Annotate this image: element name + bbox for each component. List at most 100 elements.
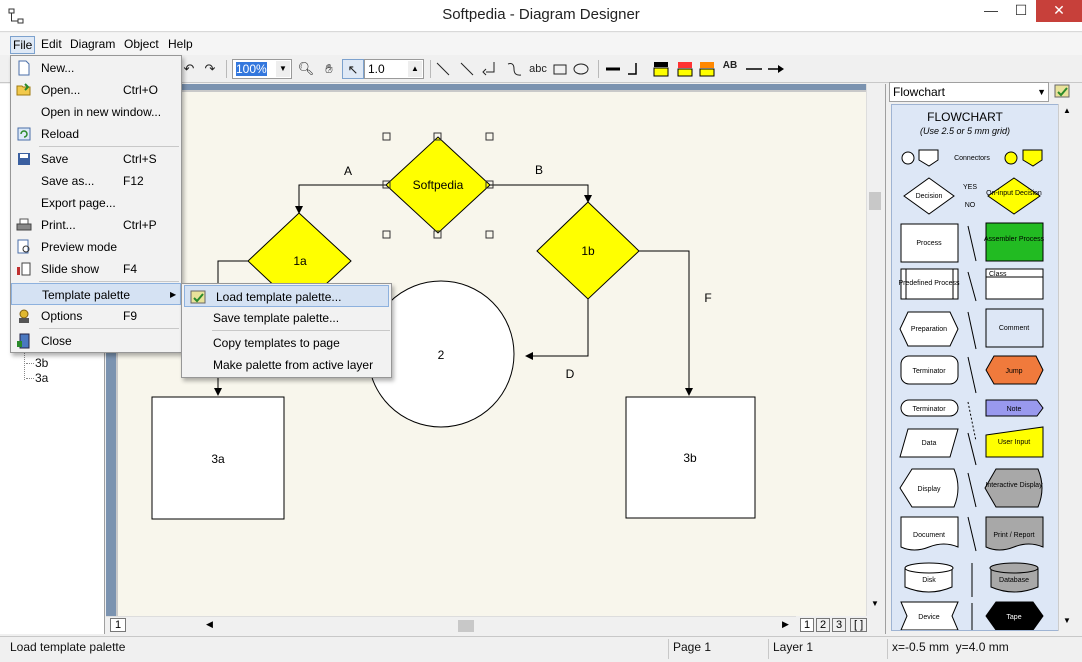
menu-help[interactable]: Help <box>166 36 195 54</box>
scroll-thumb[interactable] <box>869 192 881 210</box>
hand-pan-icon[interactable]: ✋︎ <box>320 59 338 79</box>
font-style-icon[interactable]: AB <box>720 59 740 79</box>
menu-item-label: Close <box>41 334 72 348</box>
select-pointer-icon[interactable]: ↖ <box>342 59 364 79</box>
status-separator <box>887 639 888 659</box>
spinner-arrows-icon: ▲ <box>408 61 422 77</box>
palette-arrow-line[interactable] <box>967 472 977 508</box>
menu-item-print[interactable]: Print... Ctrl+P <box>11 214 181 236</box>
palette-line[interactable] <box>967 225 977 262</box>
palette-scrollbar[interactable]: ▲ ▼ <box>1058 104 1074 631</box>
shape-label-3a: 3a <box>211 452 225 466</box>
fill-color-icon[interactable] <box>652 60 670 78</box>
menu-item-shortcut: Ctrl+S <box>123 152 157 166</box>
menu-item-slide-show[interactable]: Slide show F4 <box>11 258 181 280</box>
pattern-fill-icon[interactable] <box>676 60 694 78</box>
chevron-right-icon[interactable]: ▶ <box>782 619 789 630</box>
palette-connector-circle-yellow[interactable] <box>1004 151 1018 165</box>
menu-item-options[interactable]: Options F9 <box>11 305 181 327</box>
load-palette-icon[interactable] <box>1052 82 1074 102</box>
curve-tool-icon[interactable] <box>506 60 524 78</box>
menu-item-preview-mode[interactable]: Preview mode <box>11 236 181 258</box>
connector-a[interactable] <box>295 184 386 214</box>
palette-arrow-line[interactable] <box>967 311 977 350</box>
chevron-down-icon: ▼ <box>1037 87 1046 97</box>
status-bar: Load template palette Page 1 Layer 1 x=-… <box>0 636 1082 662</box>
palette-dashed-line[interactable] <box>967 401 977 442</box>
zoom-magnifier-icon[interactable]: 🔍︎ <box>296 59 316 79</box>
page-tab-1[interactable]: 1 <box>800 618 815 632</box>
arrow-end-icon[interactable] <box>766 60 786 78</box>
minimize-button[interactable]: — <box>976 0 1006 22</box>
elbow-connector-icon[interactable] <box>482 60 500 78</box>
maximize-button[interactable]: ☐ <box>1006 0 1036 22</box>
horizontal-scrollbar[interactable]: ◀ ▶ <box>106 616 796 634</box>
tree-item-3b[interactable]: 3b <box>35 356 48 370</box>
page-tab-new[interactable]: [ ] <box>850 618 868 632</box>
connector-f[interactable] <box>638 250 693 396</box>
palette-select[interactable]: Flowchart ▼ <box>889 82 1049 102</box>
palette-arrow-line[interactable] <box>967 271 977 302</box>
vertical-scrollbar[interactable]: ▼ <box>866 84 884 616</box>
connector-d[interactable] <box>525 299 589 360</box>
line-style-icon[interactable] <box>604 60 622 78</box>
toolbar-separator <box>598 60 599 78</box>
menu-item-export-page[interactable]: Export page... <box>11 192 181 214</box>
menu-edit[interactable]: Edit <box>39 36 64 54</box>
submenu-item-make-palette[interactable]: Make palette from active layer <box>182 354 391 376</box>
palette-offpage-connector[interactable] <box>918 149 939 167</box>
menu-separator <box>39 146 179 147</box>
menu-item-save[interactable]: Save Ctrl+S <box>11 148 181 170</box>
menu-item-open[interactable]: Open... Ctrl+O <box>11 79 181 101</box>
submenu-item-load-template-palette[interactable]: Load template palette... <box>184 285 389 307</box>
text-tool-icon[interactable]: abc <box>528 59 548 79</box>
palette-disk-top <box>904 562 954 574</box>
menu-object[interactable]: Object <box>122 36 161 54</box>
menu-item-reload[interactable]: Reload <box>11 123 181 145</box>
palette-offpage-connector-yellow[interactable] <box>1022 149 1043 167</box>
line-width-spinner[interactable]: 1.0 ▲ <box>364 59 424 79</box>
chevron-down-icon[interactable]: ▼ <box>1063 616 1071 625</box>
rectangle-tool-icon[interactable] <box>552 61 568 77</box>
layer-tab-1[interactable]: 1 <box>110 618 127 632</box>
scroll-thumb[interactable] <box>458 620 474 632</box>
menu-item-label: Reload <box>41 127 80 141</box>
chevron-up-icon[interactable]: ▲ <box>1063 106 1071 115</box>
tree-item-3a[interactable]: 3a <box>35 371 48 385</box>
status-layer: Layer 1 <box>773 640 814 654</box>
page-tab-2[interactable]: 2 <box>816 618 831 632</box>
line-corner-icon[interactable] <box>626 60 644 78</box>
close-door-icon <box>17 333 30 349</box>
submenu-item-copy-templates[interactable]: Copy templates to page <box>182 332 391 354</box>
chevron-left-icon[interactable]: ◀ <box>206 619 213 630</box>
palette-arrow-line[interactable] <box>967 356 977 394</box>
shape-color-icon[interactable] <box>698 60 716 78</box>
zoom-combo[interactable]: 100% ▼ <box>232 59 292 79</box>
undo-icon[interactable]: ↶ <box>182 59 196 79</box>
menu-item-save-as[interactable]: Save as... F12 <box>11 170 181 192</box>
connector-b[interactable] <box>490 184 592 203</box>
status-separator <box>768 639 769 659</box>
palette-arrow-line[interactable] <box>967 516 977 552</box>
window-title: Softpedia - Diagram Designer <box>442 6 640 23</box>
chevron-down-icon[interactable]: ▼ <box>871 599 879 608</box>
diagonal-line-tool-icon[interactable] <box>458 60 476 78</box>
menu-item-open-new-window[interactable]: Open in new window... <box>11 101 181 123</box>
submenu-item-label: Save template palette... <box>213 311 340 325</box>
palette-connector-circle[interactable] <box>901 151 915 165</box>
ellipse-tool-icon[interactable] <box>572 61 590 77</box>
menu-diagram[interactable]: Diagram <box>68 36 117 54</box>
line-end-icon[interactable] <box>744 60 764 78</box>
page-tab-3[interactable]: 3 <box>832 618 847 632</box>
menu-item-new[interactable]: New... <box>11 57 181 79</box>
menu-item-template-palette[interactable]: Template palette ▶ <box>11 283 181 305</box>
palette-arrow-line[interactable] <box>967 432 977 466</box>
close-button[interactable]: ✕ <box>1036 0 1082 22</box>
menu-file[interactable]: File <box>10 36 36 54</box>
redo-icon[interactable]: ↷ <box>202 59 218 79</box>
shape-label-1a: 1a <box>293 254 307 268</box>
menu-item-close[interactable]: Close <box>11 330 181 352</box>
line-tool-icon[interactable] <box>434 60 452 78</box>
palette-database-top <box>989 562 1039 574</box>
submenu-item-save-template-palette[interactable]: Save template palette... <box>182 307 391 329</box>
